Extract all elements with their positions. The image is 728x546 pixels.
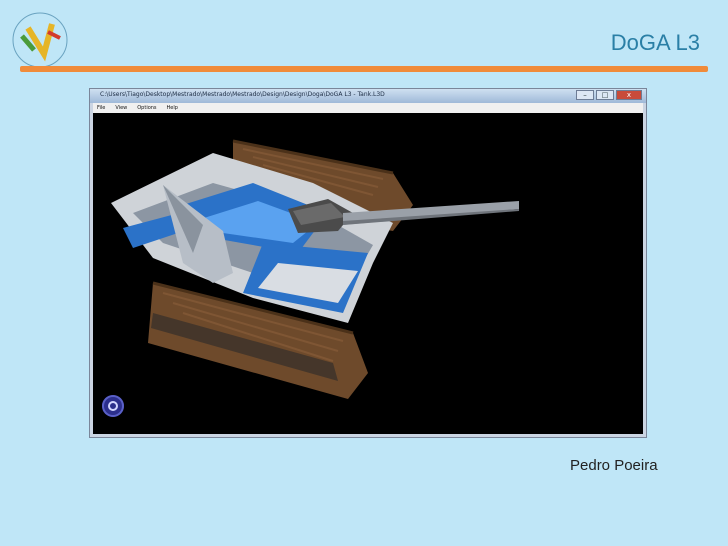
window-controls: – □ x — [576, 90, 642, 100]
3d-viewport[interactable] — [93, 113, 643, 434]
close-button[interactable]: x — [616, 90, 642, 100]
slide-title: DoGA L3 — [610, 30, 700, 55]
menu-view[interactable]: View — [115, 103, 127, 113]
orbit-icon[interactable] — [102, 395, 124, 417]
menu-options[interactable]: Options — [137, 103, 156, 113]
tank-model — [111, 139, 519, 399]
minimize-button[interactable]: – — [576, 90, 594, 100]
maximize-button[interactable]: □ — [596, 90, 614, 100]
menu-bar: File View Options Help — [93, 103, 643, 113]
menu-help[interactable]: Help — [167, 103, 178, 113]
menu-file[interactable]: File — [97, 103, 105, 113]
window-title: C:\Users\Tiago\Desktop\Mestrado\Mestrado… — [100, 91, 385, 98]
university-logo — [12, 12, 68, 68]
author-name: Pedro Poeira — [570, 457, 658, 474]
window-titlebar[interactable]: C:\Users\Tiago\Desktop\Mestrado\Mestrado… — [90, 89, 646, 103]
app-window: C:\Users\Tiago\Desktop\Mestrado\Mestrado… — [89, 88, 647, 438]
title-divider — [20, 66, 708, 72]
